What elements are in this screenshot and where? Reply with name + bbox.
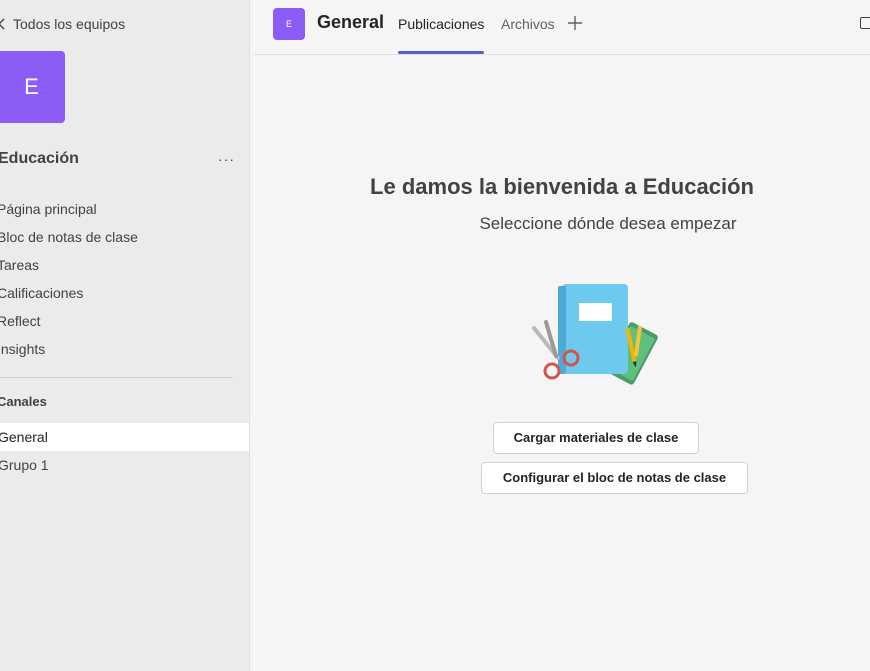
nav-item-home[interactable]: Página principal	[0, 196, 138, 224]
channel-label: Grupo 1	[0, 457, 49, 473]
chevron-left-icon	[0, 18, 5, 30]
configure-class-notebook-button[interactable]: Configurar el bloc de notas de clase	[481, 462, 748, 494]
nav-item-grades[interactable]: Calificaciones	[0, 280, 138, 308]
back-to-teams-link[interactable]: Todos los equipos	[0, 14, 125, 34]
school-supplies-illustration	[532, 284, 658, 385]
meeting-icon[interactable]	[860, 17, 870, 29]
more-options-icon[interactable]: ···	[218, 151, 235, 167]
channel-list: General Grupo 1	[0, 423, 249, 479]
sidebar-divider	[0, 377, 233, 378]
welcome-subtitle: Seleccione dónde desea empezar	[479, 214, 737, 233]
channel-title: General	[317, 12, 385, 32]
channel-label: General	[0, 429, 48, 445]
nav-item-reflect[interactable]: Reflect	[0, 308, 138, 336]
channel-item-general[interactable]: General	[0, 423, 249, 451]
channel-item-group-1[interactable]: Grupo 1	[0, 451, 249, 479]
nav-item-insights[interactable]: Insights	[0, 336, 138, 364]
upload-class-materials-button[interactable]: Cargar materiales de clase	[493, 422, 699, 454]
channel-header: E General Publicaciones Archivos	[254, 0, 870, 55]
team-initial: E	[24, 74, 39, 99]
channel-initial: E	[285, 19, 292, 29]
team-name: Educación	[0, 150, 79, 167]
team-nav-list: Página principal Bloc de notas de clase …	[0, 196, 138, 364]
team-avatar[interactable]: E	[0, 51, 65, 123]
add-tab-icon[interactable]	[566, 13, 584, 33]
nav-item-assignments[interactable]: Tareas	[0, 252, 138, 280]
channels-header: Canales	[0, 394, 47, 409]
back-label: Todos los equipos	[13, 16, 126, 32]
nav-item-class-notebook[interactable]: Bloc de notas de clase	[0, 224, 138, 252]
tab-files[interactable]: Archivos	[501, 16, 555, 54]
tab-posts[interactable]: Publicaciones	[398, 16, 485, 54]
welcome-title: Le damos la bienvenida a Educación	[370, 174, 754, 199]
left-sidebar: Todos los equipos E Educación ··· Página…	[0, 0, 250, 671]
channel-avatar: E	[273, 8, 305, 40]
